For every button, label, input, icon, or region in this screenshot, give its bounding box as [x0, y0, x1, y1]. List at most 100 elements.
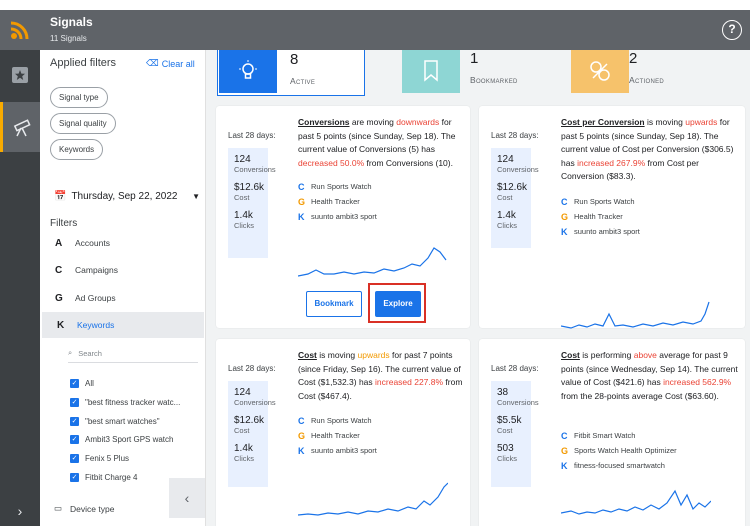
metric-value: 1.4k [234, 210, 253, 221]
filter-item-campaigns[interactable]: C Campaigns [40, 257, 205, 283]
checkbox-keyword[interactable]: ✓ "best smart watches" [70, 414, 160, 429]
checkbox-all[interactable]: ✓ All [70, 376, 94, 391]
signal-description: Cost is moving upwards for past 7 points… [298, 349, 466, 403]
signal-description: Cost is performing above average for pas… [561, 349, 739, 403]
desc-text: is moving [644, 117, 686, 127]
change-value: increased 227.8% [375, 377, 444, 387]
metric-link[interactable]: Cost [561, 350, 580, 360]
checkbox-keyword[interactable]: ✓ Fitbit Charge 4 [70, 470, 137, 485]
tile-bookmarked[interactable]: 1 Bookmarked [402, 50, 542, 96]
entity-label: Sports Watch Health Optimizer [574, 446, 677, 455]
metric-label: Conversions [234, 165, 276, 174]
filter-item-keywords[interactable]: K Keywords [42, 312, 204, 338]
metric-label: Cost [497, 193, 513, 202]
metric-value: 124 [234, 387, 251, 398]
entity-label: suunto ambit3 sport [574, 227, 640, 236]
change-value: decreased 50.0% [298, 157, 365, 168]
top-bar: Signals 11 Signals ? [0, 10, 750, 50]
metric-link[interactable]: Conversions [298, 117, 350, 127]
ad-group-icon: G [298, 430, 306, 441]
expand-rail-button[interactable]: › [0, 496, 40, 526]
signal-description: Conversions are moving downwards for pas… [298, 116, 464, 170]
desc-text: from the 28-points average Cost ($63.60)… [561, 390, 719, 401]
left-rail: › [0, 50, 40, 526]
signal-card: Last 28 days: 38 Conversions $5.5k Cost … [479, 339, 745, 526]
search-input[interactable]: Search [78, 349, 102, 358]
date-picker[interactable]: 📅 Thursday, Sep 22, 2022 ▼ [54, 191, 200, 202]
metric-link[interactable]: Cost per Conversion [561, 117, 645, 127]
entity-keyword[interactable]: Kfitness-focused smartwatch [561, 458, 677, 473]
entity-keyword[interactable]: Ksuunto ambit3 sport [561, 224, 640, 239]
metric-value: 38 [497, 387, 509, 398]
entity-ad-group[interactable]: G Sports Watch Health Optimizer [561, 443, 677, 458]
chip-signal-type[interactable]: Signal type [50, 87, 108, 108]
entity-keyword[interactable]: Ksuunto ambit3 sport [298, 209, 377, 224]
desc-text: is performing [579, 350, 634, 360]
tile-active[interactable]: 8 Active [217, 50, 365, 96]
metric-value: $12.6k [234, 182, 265, 193]
campaign-icon: C [561, 430, 568, 441]
clear-all-button[interactable]: ⌫ Clear all [146, 58, 195, 69]
keyword-icon: K [298, 211, 305, 222]
entity-campaign[interactable]: C Run Sports Watch [298, 413, 377, 428]
date-value: Thursday, Sep 22, 2022 [71, 191, 178, 202]
keywords-icon: K [57, 319, 65, 331]
checkbox-keyword[interactable]: ✓ "best fitness tracker watc... [70, 395, 180, 410]
metric-link[interactable]: Cost [298, 350, 317, 360]
checkbox-checked-icon: ✓ [70, 454, 79, 463]
metric-value: 124 [497, 154, 514, 165]
actioned-label: Actioned [629, 75, 665, 85]
page-title: Signals [50, 15, 93, 29]
chip-keywords[interactable]: Keywords [50, 139, 104, 160]
rail-starred[interactable] [0, 50, 40, 100]
collapse-panel-button[interactable]: ‹ [169, 478, 205, 518]
campaigns-icon: C [55, 264, 63, 276]
signal-card: Last 28 days: 124 Conversions $12.6k Cos… [216, 339, 470, 526]
entity-ad-group[interactable]: G Health Tracker [561, 209, 640, 224]
entity-label: suunto ambit3 sport [311, 212, 377, 221]
sparkline-chart [561, 301, 710, 329]
metric-value: 503 [497, 443, 514, 454]
filter-item-ad-groups[interactable]: G Ad Groups [40, 285, 205, 311]
entity-campaign[interactable]: C Fitbit Smart Watch [561, 428, 677, 443]
change-value: increased 267.9% [577, 157, 646, 168]
filter-item-label: Keywords [77, 320, 115, 330]
entity-label: Run Sports Watch [574, 197, 635, 206]
keyword-search[interactable]: ⌕ Search [68, 348, 198, 363]
rail-signals[interactable] [0, 102, 40, 152]
entity-ad-group[interactable]: G Health Tracker [298, 428, 377, 443]
filter-device-type[interactable]: ▭ Device type [54, 503, 114, 514]
metric-label: Cost [497, 426, 513, 435]
checkbox-checked-icon: ✓ [70, 398, 79, 407]
checkbox-keyword[interactable]: ✓ Ambit3 Sport GPS watch [70, 432, 173, 447]
bookmark-icon [402, 50, 460, 93]
explore-button[interactable]: Explore [375, 291, 421, 317]
filter-item-accounts[interactable]: A Accounts [40, 230, 205, 256]
entity-keyword[interactable]: Ksuunto ambit3 sport [298, 443, 377, 458]
entity-campaign[interactable]: C Run Sports Watch [298, 179, 377, 194]
trend-word: downwards [396, 117, 440, 127]
ad-groups-icon: G [55, 292, 63, 304]
metric-label: Cost [234, 193, 250, 202]
bookmarked-count: 1 [470, 50, 479, 67]
entity-campaign[interactable]: C Run Sports Watch [561, 194, 640, 209]
chevron-left-icon: ‹ [184, 490, 190, 506]
help-icon[interactable]: ? [722, 20, 742, 40]
telescope-icon [13, 119, 31, 137]
signal-card: Last 28 days: 124 Conversions $12.6k Cos… [216, 106, 470, 328]
entity-ad-group[interactable]: G Health Tracker [298, 194, 377, 209]
checkbox-label: All [85, 379, 94, 388]
checkbox-keyword[interactable]: ✓ Fenix 5 Plus [70, 451, 129, 466]
metric-value: 1.4k [234, 443, 253, 454]
last28-label: Last 28 days: [491, 131, 539, 140]
change-value: increased 562.9% [663, 377, 732, 387]
checkbox-checked-icon: ✓ [70, 379, 79, 388]
campaign-icon: C [561, 196, 568, 207]
tile-actioned[interactable]: 2 Actioned [571, 50, 711, 96]
bookmark-button[interactable]: Bookmark [306, 291, 362, 317]
clear-icon: ⌫ [146, 58, 159, 68]
metric-label: Clicks [497, 221, 517, 230]
chip-signal-quality[interactable]: Signal quality [50, 113, 116, 134]
checkbox-label: Fitbit Charge 4 [85, 473, 138, 482]
ad-group-icon: G [298, 196, 306, 207]
